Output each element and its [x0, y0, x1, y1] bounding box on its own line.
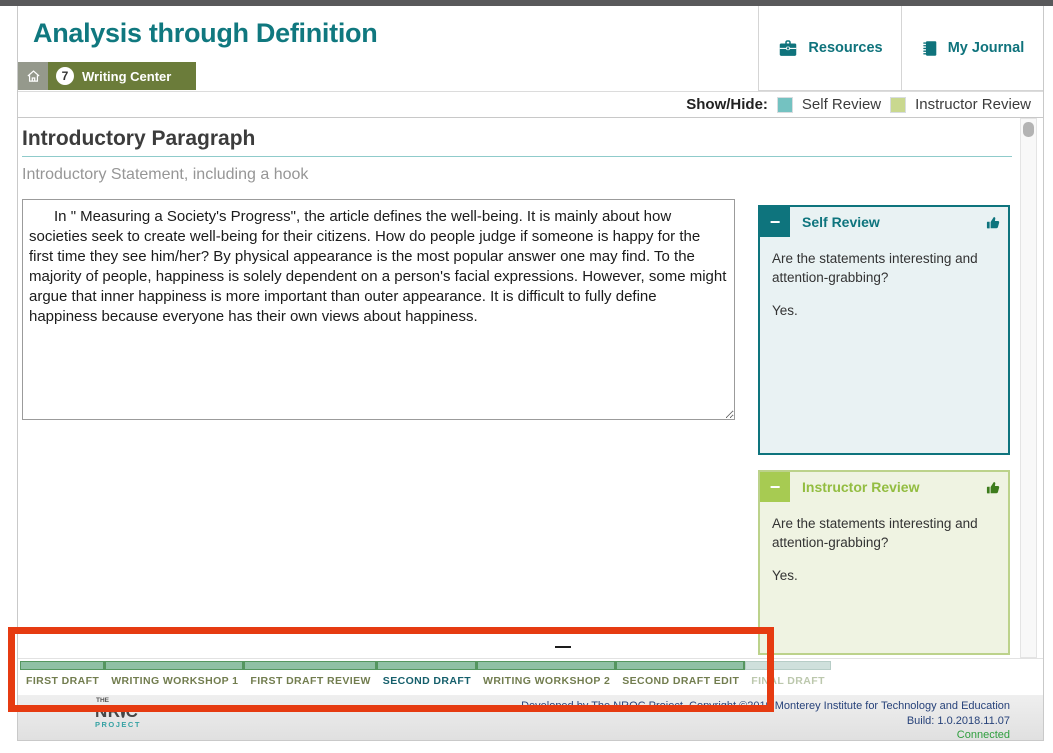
prompt-subheading: Introductory Statement, including a hook [22, 166, 308, 184]
unit-number-badge: 7 [56, 67, 74, 85]
footer-build: Build: 1.0.2018.11.07 [443, 714, 1010, 729]
review-question: Are the statements interesting and atten… [772, 249, 996, 287]
collapse-button[interactable]: − [760, 207, 790, 237]
instructor-review-toggle[interactable] [890, 97, 906, 113]
journal-icon [921, 39, 939, 58]
thumbs-up-icon [985, 479, 1001, 496]
self-review-header: − Self Review [760, 207, 1008, 237]
self-review-toggle[interactable] [777, 97, 793, 113]
stage-label: FINAL DRAFT [745, 675, 831, 687]
nroc-logo-c: C [126, 704, 139, 719]
progress-stage[interactable]: SECOND DRAFT EDIT [616, 661, 745, 687]
my-journal-button[interactable]: My Journal [901, 6, 1043, 91]
resources-button[interactable]: Resources [758, 6, 901, 91]
section-heading: Introductory Paragraph [22, 127, 255, 151]
stage-segment [377, 661, 477, 670]
nroc-logo-project: PROJECT [95, 720, 135, 729]
stage-segment [745, 661, 831, 670]
instructor-review-toggle-label: Instructor Review [915, 96, 1031, 113]
review-question: Are the statements interesting and atten… [772, 514, 996, 552]
thumbs-up-icon [985, 214, 1001, 231]
writing-center-label: Writing Center [82, 69, 171, 84]
self-review-title: Self Review [802, 214, 880, 230]
stage-segment [477, 661, 616, 670]
toolbox-icon [777, 39, 799, 58]
stage-label: FIRST DRAFT REVIEW [244, 675, 376, 687]
self-review-toggle-label: Self Review [802, 96, 881, 113]
show-hide-bar: Show/Hide: Self Review Instructor Review [18, 91, 1043, 118]
progress-stage[interactable]: WRITING WORKSHOP 1 [105, 661, 244, 687]
nroc-logo-nr: NR [95, 704, 121, 719]
app-window: Analysis through Definition Resources My… [0, 0, 1053, 753]
instructor-review-title: Instructor Review [802, 479, 919, 495]
stage-label: FIRST DRAFT [20, 675, 105, 687]
stage-segment [105, 661, 244, 670]
stage-label: SECOND DRAFT EDIT [616, 675, 745, 687]
stage-segment [616, 661, 745, 670]
page-frame-right [1043, 6, 1044, 740]
essay-textarea[interactable]: In " Measuring a Society's Progress", th… [22, 199, 735, 420]
home-icon [26, 69, 41, 83]
instructor-review-header: − Instructor Review [760, 472, 1008, 502]
instructor-review-panel: − Instructor Review Are the statements i… [758, 470, 1010, 655]
progress-stage[interactable]: FIRST DRAFT [20, 661, 105, 687]
stray-dash-mark [555, 646, 571, 648]
footer-info: Developed by The NROC Project. Copyright… [443, 699, 1010, 743]
nroc-logo-main: NR C [95, 704, 135, 719]
nroc-logo[interactable]: THE NR C PROJECT [95, 697, 135, 729]
progress-stage[interactable]: FIRST DRAFT REVIEW [244, 661, 376, 687]
page-title: Analysis through Definition [33, 18, 377, 49]
my-journal-label: My Journal [948, 40, 1025, 56]
stage-segment [20, 661, 105, 670]
vertical-scrollbar-thumb[interactable] [1023, 122, 1034, 137]
progress-stages: FIRST DRAFTWRITING WORKSHOP 1FIRST DRAFT… [20, 661, 831, 687]
progress-stage[interactable]: FINAL DRAFT [745, 661, 831, 687]
self-review-body: Are the statements interesting and atten… [760, 237, 1008, 320]
stage-label: WRITING WORKSHOP 1 [105, 675, 244, 687]
review-answer: Yes. [772, 566, 996, 585]
vertical-scrollbar-track[interactable] [1020, 118, 1037, 658]
writing-center-tab[interactable]: 7 Writing Center [48, 62, 196, 90]
progress-stage[interactable]: SECOND DRAFT [377, 661, 477, 687]
stage-label: SECOND DRAFT [377, 675, 477, 687]
home-tab[interactable] [18, 62, 48, 90]
footer-credit: Developed by The NROC Project. Copyright… [443, 699, 1010, 714]
stage-label: WRITING WORKSHOP 2 [477, 675, 616, 687]
review-answer: Yes. [772, 301, 996, 320]
show-hide-label: Show/Hide: [686, 96, 768, 113]
progress-stage[interactable]: WRITING WORKSHOP 2 [477, 661, 616, 687]
content-divider [18, 658, 1043, 659]
globe-icon [121, 705, 125, 718]
resources-label: Resources [808, 40, 882, 56]
connection-status: Connected [443, 728, 1010, 743]
instructor-review-body: Are the statements interesting and atten… [760, 502, 1008, 585]
self-review-panel: − Self Review Are the statements interes… [758, 205, 1010, 455]
heading-rule [22, 156, 1012, 157]
stage-segment [244, 661, 376, 670]
collapse-button[interactable]: − [760, 472, 790, 502]
